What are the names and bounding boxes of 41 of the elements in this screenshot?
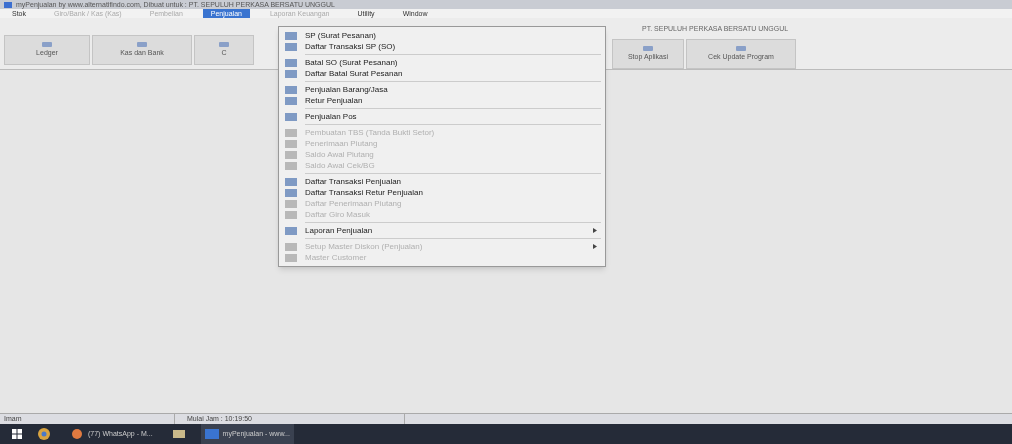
menu-entry[interactable]: Daftar Transaksi Penjualan: [279, 176, 605, 187]
document-icon: [285, 96, 297, 105]
menu-entry[interactable]: Batal SO (Surat Pesanan): [279, 57, 605, 68]
document-icon: [285, 42, 297, 51]
toolbar-icon: [136, 41, 148, 49]
menu-entry[interactable]: SP (Surat Pesanan): [279, 30, 605, 41]
document-icon: [285, 199, 297, 208]
menu-entry[interactable]: Laporan Penjualan: [279, 225, 605, 236]
document-icon: [285, 150, 297, 159]
document-icon: [285, 242, 297, 251]
toolbar-icon: [41, 41, 53, 49]
menu-entry[interactable]: Daftar Transaksi SP (SO): [279, 41, 605, 52]
menu-entry[interactable]: Penjualan Pos: [279, 111, 605, 122]
document-icon: [285, 188, 297, 197]
document-icon: [285, 253, 297, 262]
toolbar-icon: [735, 44, 747, 52]
browser-icon[interactable]: [38, 428, 50, 440]
document-icon: [285, 31, 297, 40]
document-icon: [285, 177, 297, 186]
menu-entry[interactable]: Retur Penjualan: [279, 95, 605, 106]
submenu-arrow-icon: [593, 244, 597, 249]
document-icon: [285, 128, 297, 137]
toolbar-icon: [218, 41, 230, 49]
toolbar-icon: [642, 44, 654, 52]
window-icon: [204, 429, 219, 439]
document-icon: [285, 226, 297, 235]
menu-entry[interactable]: Penjualan Barang/Jasa: [279, 84, 605, 95]
circle-icon: [70, 429, 84, 439]
document-icon: [285, 69, 297, 78]
document-icon: [285, 58, 297, 67]
start-icon[interactable]: [12, 429, 22, 439]
menu-entry[interactable]: Daftar Transaksi Retur Penjualan: [279, 187, 605, 198]
folder-icon[interactable]: [172, 430, 185, 438]
document-icon: [285, 210, 297, 219]
document-icon: [285, 85, 297, 94]
app-icon: [4, 1, 12, 8]
document-icon: [285, 112, 297, 121]
submenu-arrow-icon: [593, 228, 597, 233]
document-icon: [285, 139, 297, 148]
document-icon: [285, 161, 297, 170]
menu-entry[interactable]: Daftar Batal Surat Pesanan: [279, 68, 605, 79]
